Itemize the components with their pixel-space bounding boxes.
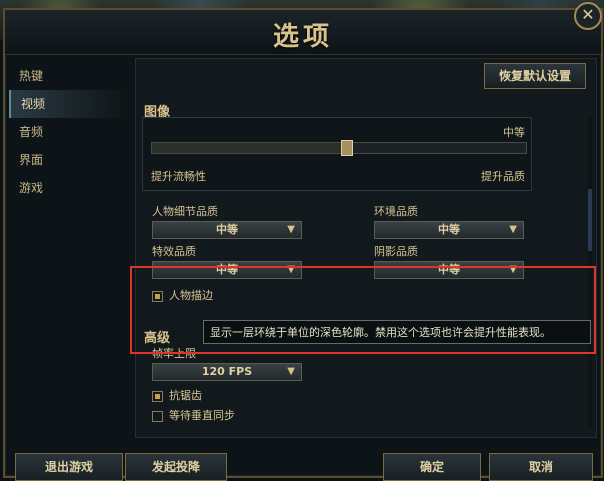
character-quality-value: 中等 — [216, 223, 238, 236]
vsync-label: 等待垂直同步 — [169, 409, 235, 422]
sidebar-item-audio[interactable]: 音频 — [9, 118, 129, 146]
exit-game-button[interactable]: 退出游戏 — [15, 453, 123, 481]
slider-label-quality: 提升品质 — [481, 170, 525, 183]
effects-quality-label: 特效品质 — [152, 245, 196, 258]
anti-aliasing-checkbox[interactable] — [152, 390, 163, 402]
anti-aliasing-label: 抗锯齿 — [169, 389, 202, 402]
environment-quality-label: 环境品质 — [374, 205, 418, 218]
slider-thumb[interactable] — [341, 140, 354, 156]
shadow-quality-label: 阴影品质 — [374, 245, 418, 258]
graphics-quality-slider[interactable] — [151, 140, 527, 156]
chevron-down-icon: ▼ — [509, 224, 517, 235]
scrollbar-thumb[interactable] — [588, 189, 592, 251]
frame-rate-value: 120 FPS — [201, 365, 253, 378]
environment-quality-value: 中等 — [438, 223, 460, 236]
character-quality-dropdown[interactable]: 中等 ▼ — [152, 221, 302, 239]
chevron-down-icon: ▼ — [287, 366, 295, 377]
slider-fill — [152, 143, 347, 153]
title-bar: 选项 — [5, 10, 601, 55]
sidebar-item-game[interactable]: 游戏 — [9, 174, 129, 202]
surrender-button[interactable]: 发起投降 — [125, 453, 227, 481]
slider-label-performance: 提升流畅性 — [151, 170, 206, 183]
anti-aliasing-option[interactable]: 抗锯齿 — [152, 387, 202, 403]
sidebar-item-video[interactable]: 视频 — [9, 90, 129, 118]
settings-content: 恢复默认设置 图像 中等 提升流畅性 提升品质 人物细节品质 中等 ▼ 环境品质… — [135, 58, 597, 438]
close-icon[interactable]: ✕ — [574, 2, 602, 30]
sidebar-item-interface[interactable]: 界面 — [9, 146, 129, 174]
environment-quality-dropdown[interactable]: 中等 ▼ — [374, 221, 524, 239]
options-window: 选项 热键 视频 音频 界面 游戏 恢复默认设置 图像 中等 提升流畅性 提升品… — [3, 8, 603, 481]
character-quality-label: 人物细节品质 — [152, 205, 218, 218]
vsync-checkbox[interactable] — [152, 410, 163, 422]
reset-defaults-button[interactable]: 恢复默认设置 — [484, 63, 586, 89]
cancel-button[interactable]: 取消 — [489, 453, 593, 481]
graphics-quality-value: 中等 — [503, 126, 525, 139]
window-title: 选项 — [272, 22, 333, 52]
tooltip: 显示一层环绕于单位的深色轮廓。禁用这个选项也许会提升性能表现。 — [203, 320, 591, 344]
sidebar-item-hotkeys[interactable]: 热键 — [9, 62, 129, 90]
chevron-down-icon: ▼ — [287, 224, 295, 235]
sidebar: 热键 视频 音频 界面 游戏 — [9, 62, 129, 432]
ok-button[interactable]: 确定 — [383, 453, 481, 481]
frame-rate-dropdown[interactable]: 120 FPS ▼ — [152, 363, 302, 381]
graphics-quality-panel: 中等 提升流畅性 提升品质 — [142, 117, 532, 191]
vsync-option[interactable]: 等待垂直同步 — [152, 407, 235, 423]
